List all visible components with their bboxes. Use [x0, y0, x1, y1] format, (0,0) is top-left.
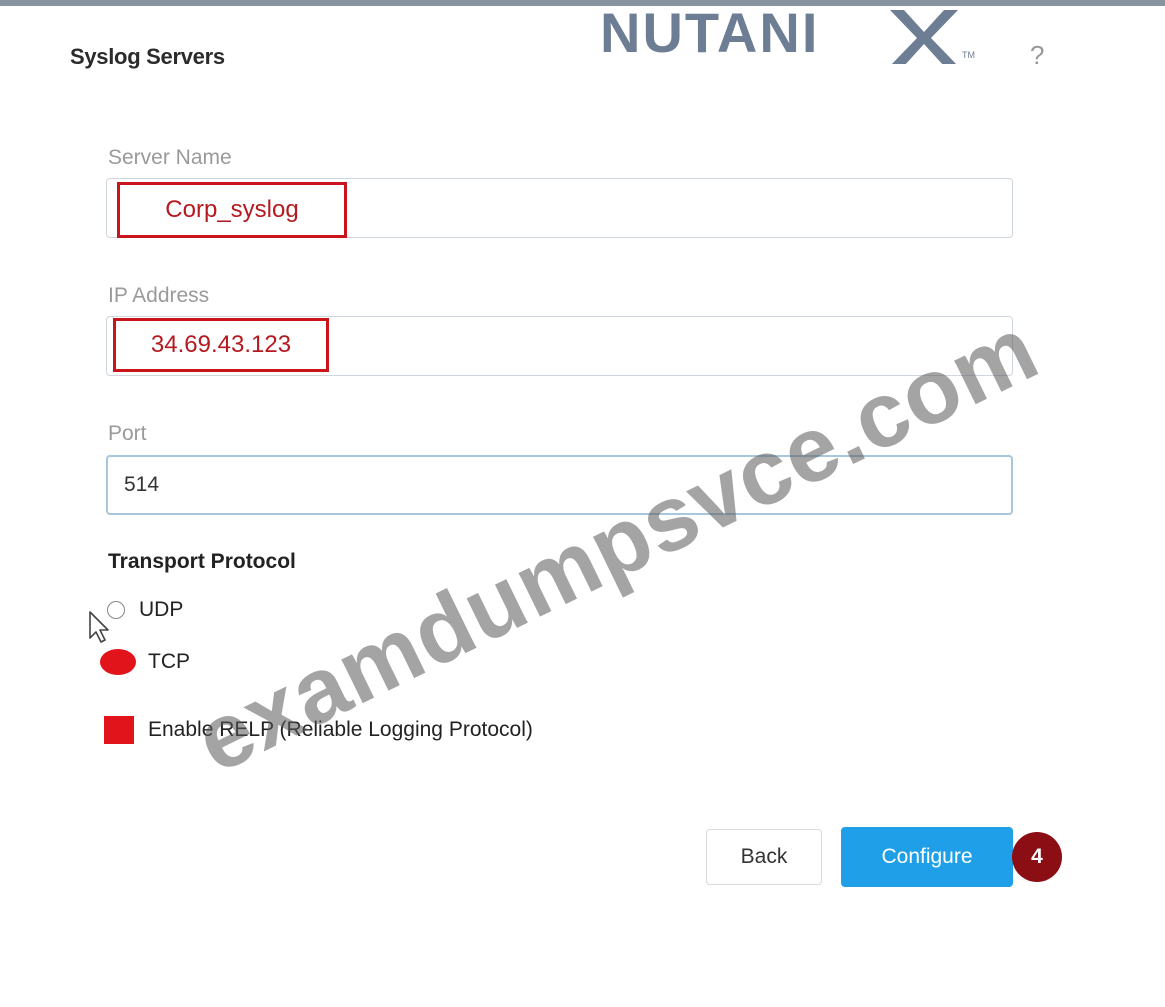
radio-udp[interactable]: UDP — [107, 598, 183, 622]
radio-udp-label: UDP — [139, 598, 184, 621]
help-icon[interactable]: ? — [1030, 40, 1044, 71]
server-name-highlight: Corp_syslog — [117, 182, 347, 238]
svg-text:TM: TM — [962, 50, 975, 60]
ip-address-highlight: 34.69.43.123 — [113, 318, 329, 372]
nutanix-logo: NUTANI TM — [600, 4, 975, 64]
transport-protocol-heading: Transport Protocol — [108, 550, 296, 573]
window-top-border — [0, 0, 1165, 6]
relp-checkbox-row[interactable]: Enable RELP (Reliable Logging Protocol) — [104, 716, 533, 744]
configure-button[interactable]: Configure — [841, 827, 1013, 887]
server-name-label: Server Name — [108, 146, 232, 169]
mouse-pointer-icon — [89, 611, 109, 643]
ip-address-label: IP Address — [108, 284, 210, 307]
svg-text:NUTANI: NUTANI — [600, 4, 819, 64]
radio-tcp-label: TCP — [148, 650, 190, 673]
radio-tcp[interactable]: TCP — [100, 649, 190, 675]
back-button[interactable]: Back — [706, 829, 822, 885]
radio-tcp-indicator[interactable] — [100, 649, 136, 675]
dialog-title: Syslog Servers — [70, 44, 225, 69]
relp-checkbox-label: Enable RELP (Reliable Logging Protocol) — [148, 718, 533, 741]
port-input[interactable] — [106, 455, 1013, 515]
step-number-badge: 4 — [1012, 832, 1062, 882]
port-label: Port — [108, 422, 147, 445]
relp-checkbox[interactable] — [104, 716, 134, 744]
